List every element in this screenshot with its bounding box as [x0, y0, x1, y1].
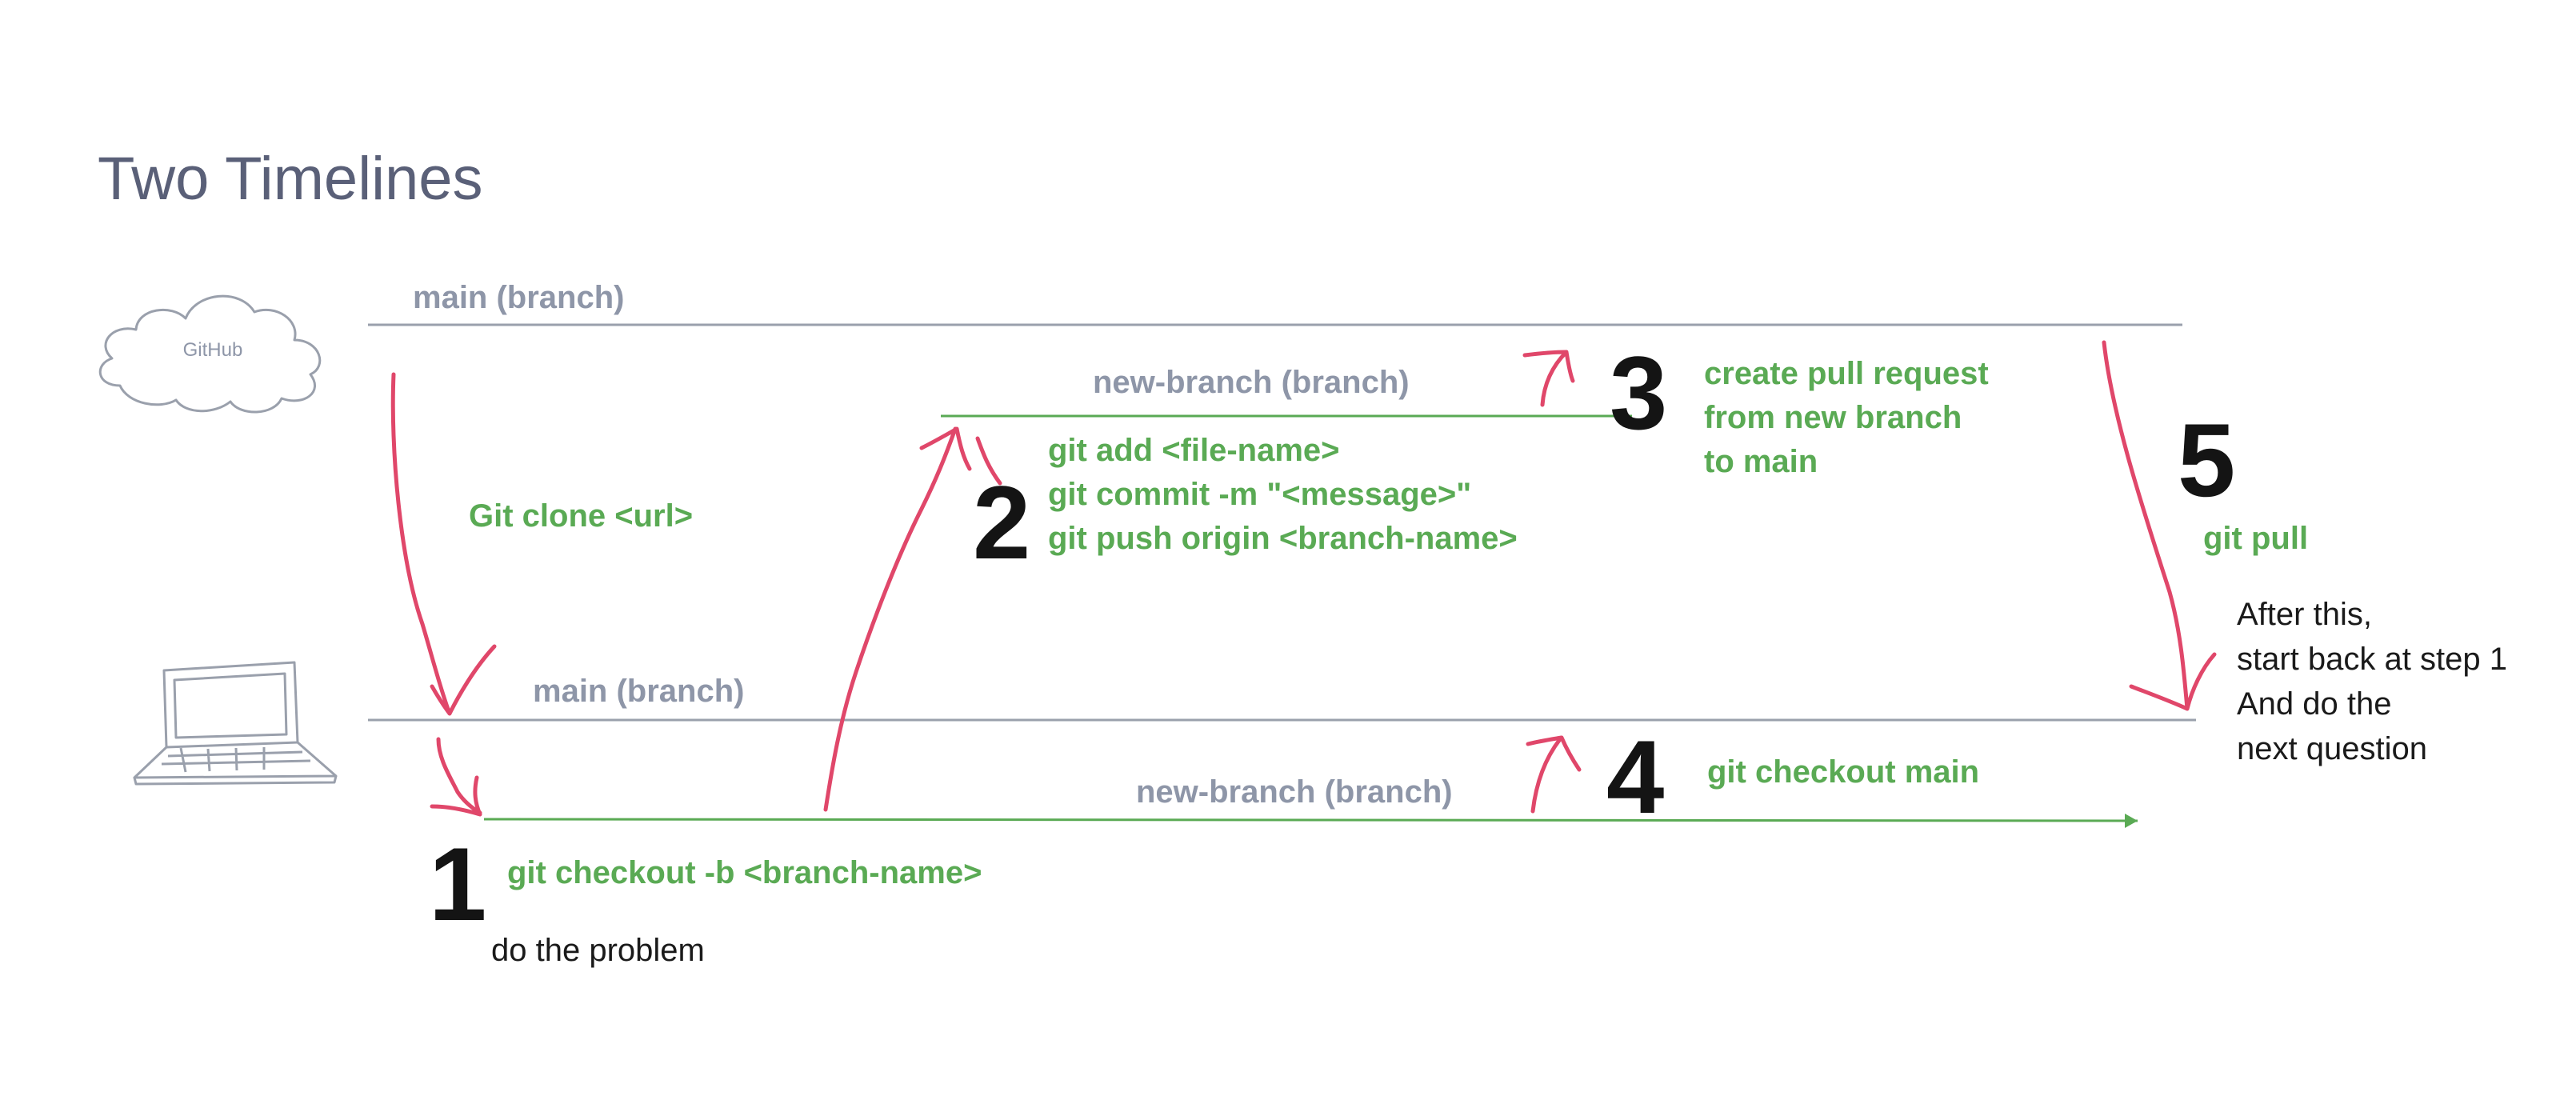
remote-new-branch-label: new-branch (branch) [1093, 365, 1410, 400]
step-1-note: do the problem [491, 933, 705, 968]
step-2-commands: git add <file-name> git commit -m "<mess… [1048, 429, 1518, 561]
step-3-text: create pull request from new branch to m… [1704, 352, 1989, 484]
step-4-number: 4 [1606, 718, 1665, 835]
step-3-line: create pull request [1704, 356, 1989, 391]
pull-request-arrow [1522, 350, 1575, 407]
laptop-icon [133, 661, 338, 786]
step-1-command: git checkout -b <branch-name> [507, 855, 982, 890]
step-2-command: git push origin <branch-name> [1048, 521, 1518, 556]
step-2-command: git add <file-name> [1048, 433, 1340, 468]
page-title: Two Timelines [98, 145, 483, 213]
step-2-command: git commit -m "<message>" [1048, 477, 1472, 512]
local-main-label: main (branch) [533, 674, 745, 709]
step-5-command: git pull [2203, 521, 2309, 556]
step-5-note: After this, start back at step 1 And do … [2237, 592, 2507, 771]
step-1-number: 1 [429, 826, 487, 942]
step-3-number: 3 [1610, 334, 1668, 451]
step-5-note-line: After this, [2237, 597, 2372, 632]
push-arrow [823, 426, 972, 812]
local-new-branch-line [483, 814, 2138, 828]
pull-arrow [2102, 340, 2217, 711]
remote-main-label: main (branch) [413, 280, 625, 315]
step-4-command: git checkout main [1707, 754, 1980, 790]
step-5-note-line: And do the [2237, 686, 2392, 722]
local-new-branch-label: new-branch (branch) [1136, 774, 1453, 810]
step-3-line: to main [1704, 444, 1818, 479]
step-3-line: from new branch [1704, 400, 1962, 435]
clone-arrow [390, 372, 497, 716]
step-5-number: 5 [2178, 402, 2236, 518]
step-5-note-line: next question [2237, 731, 2427, 766]
checkout-main-arrow [1526, 735, 1582, 814]
clone-label: Git clone <url> [469, 498, 694, 534]
step-2-number: 2 [973, 464, 1031, 581]
step-5-note-line: start back at step 1 [2237, 642, 2507, 677]
github-label: GitHub [183, 339, 243, 361]
checkout-arrow [430, 737, 482, 817]
